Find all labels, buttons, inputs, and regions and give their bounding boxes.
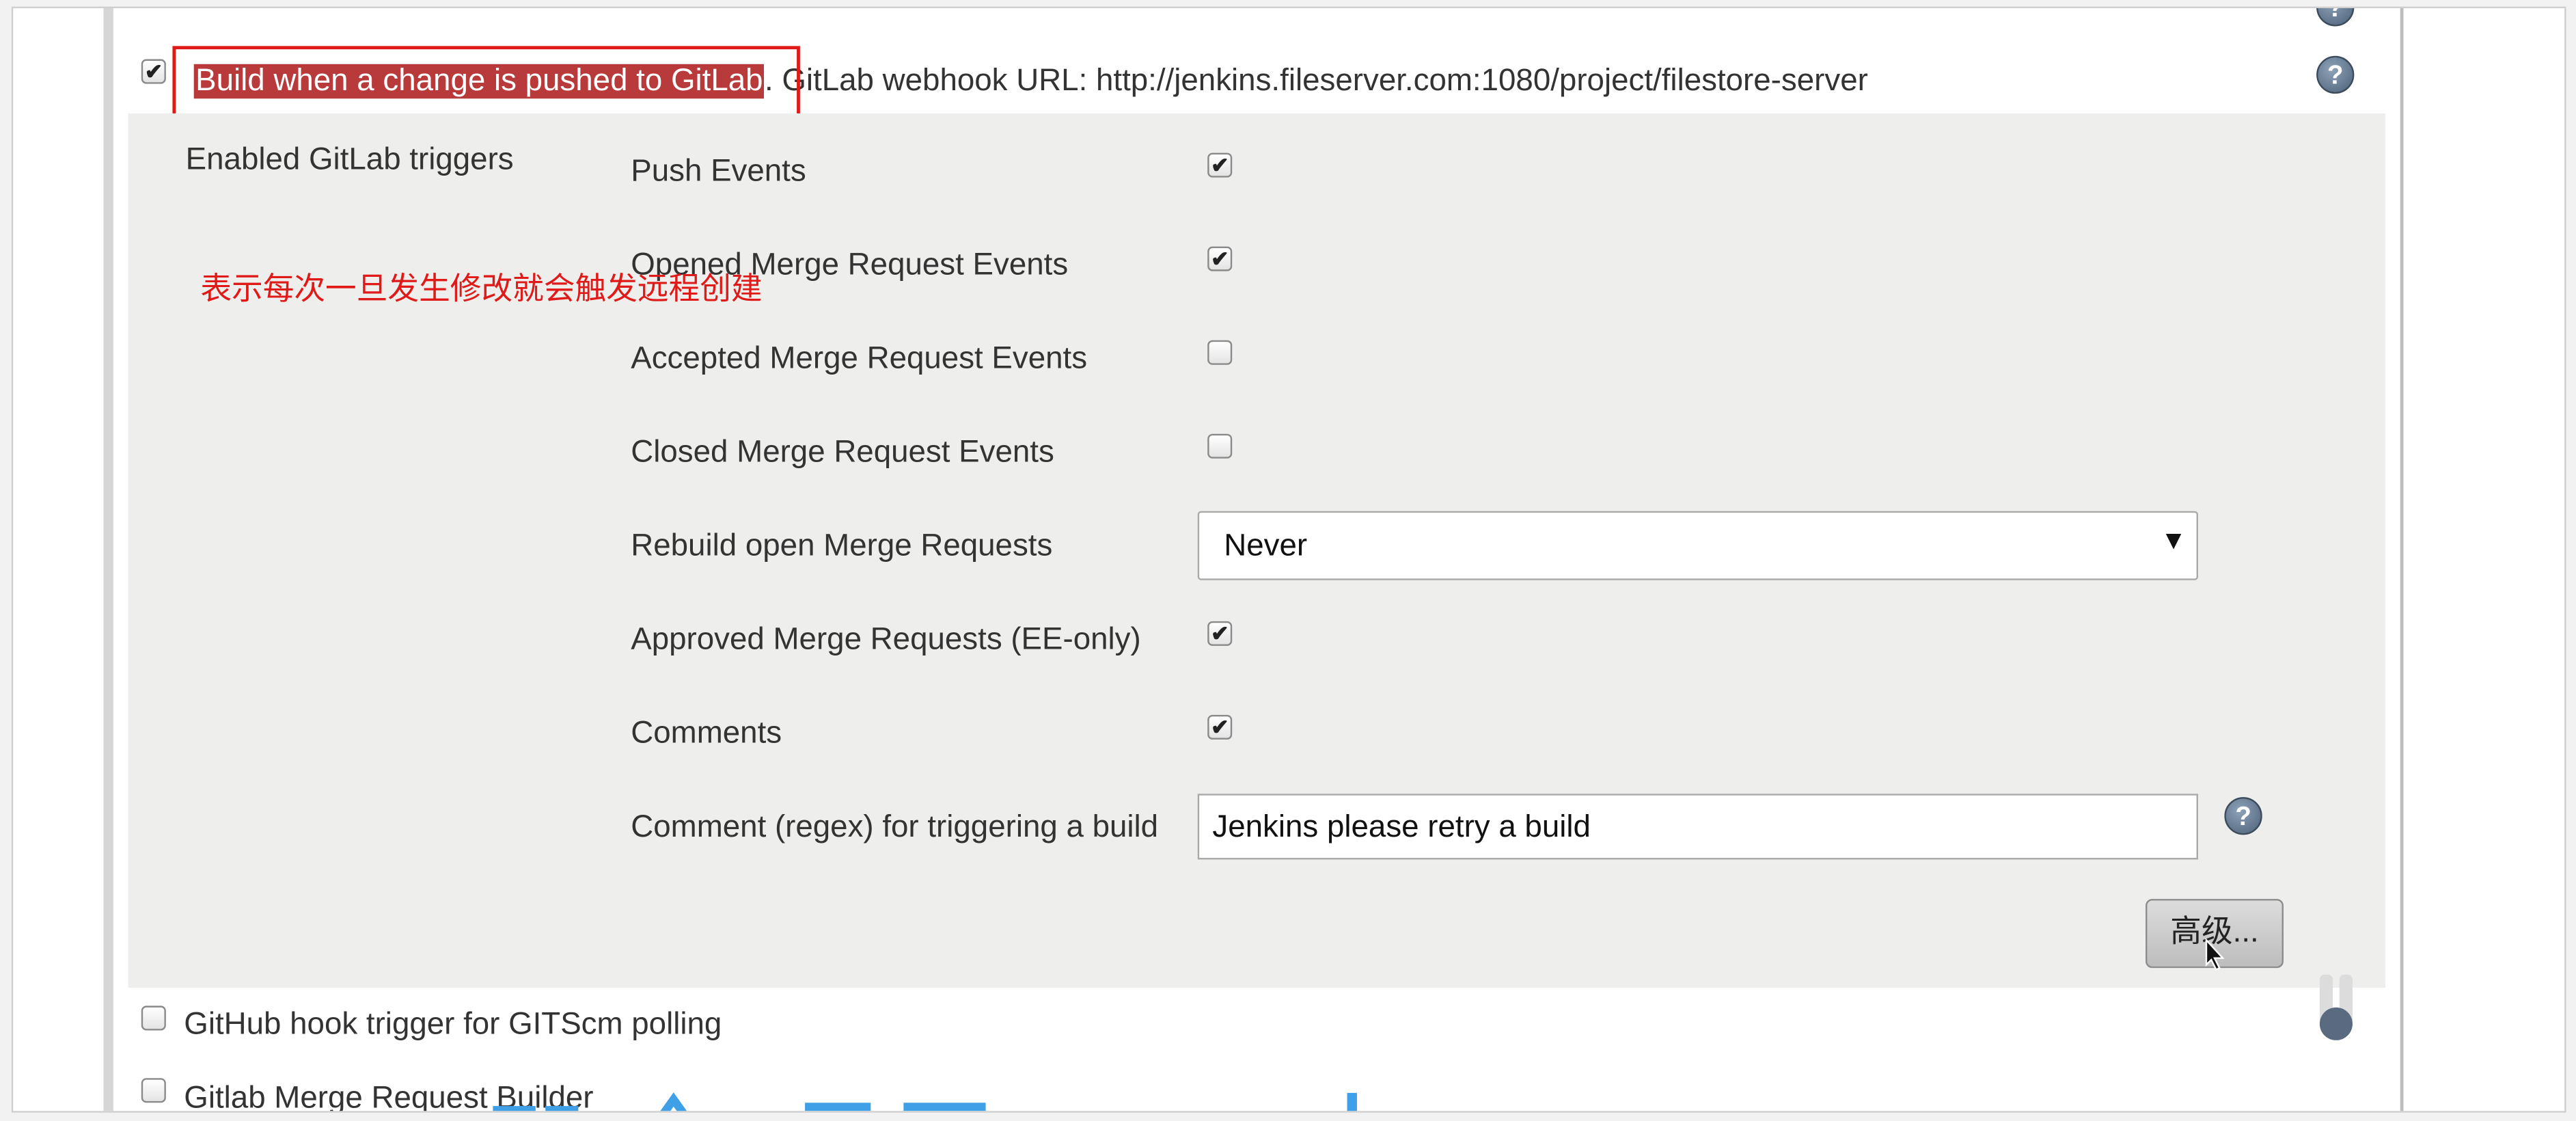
comment-regex-value: Jenkins please retry a build [1212, 810, 1591, 845]
trigger-closed-mr-label: Closed Merge Request Events [631, 435, 1054, 470]
trigger-push-events-checkbox[interactable]: ✔ [1207, 152, 1233, 178]
gitlab-mr-builder-checkbox[interactable] [141, 1078, 166, 1103]
trigger-opened-mr-checkbox[interactable]: ✔ [1207, 246, 1233, 271]
jenkins-config-frame: ? ✔ Build when a change is pushed to Git… [11, 6, 2566, 1113]
github-hook-checkbox[interactable] [141, 1005, 166, 1031]
right-section-bar [2400, 8, 2404, 1111]
rebuild-mr-value: Never [1224, 529, 1308, 564]
github-hook-label: GitHub hook trigger for GITScm polling [184, 1007, 722, 1042]
cursor-icon [2205, 938, 2225, 971]
scroll-indicator-icon [2319, 974, 2353, 1040]
left-section-bar [103, 8, 113, 1111]
help-icon[interactable]: ? [2224, 797, 2262, 835]
approved-mr-label: Approved Merge Requests (EE-only) [631, 623, 1141, 658]
trigger-accepted-mr-checkbox[interactable] [1207, 340, 1233, 365]
trigger-closed-mr-checkbox[interactable] [1207, 433, 1233, 459]
rebuild-mr-label: Rebuild open Merge Requests [631, 529, 1053, 564]
comment-regex-input[interactable]: Jenkins please retry a build [1197, 794, 2198, 860]
gitlab-trigger-checkbox[interactable]: ✔ [141, 59, 166, 84]
stage: ? ✔ Build when a change is pushed to Git… [0, 0, 2576, 1121]
rebuild-mr-select[interactable]: Never ▼ [1197, 511, 2198, 580]
approved-mr-checkbox[interactable]: ✔ [1207, 621, 1233, 646]
comment-regex-label: Comment (regex) for triggering a build [631, 810, 1159, 845]
enabled-triggers-label: Enabled GitLab triggers [185, 143, 514, 178]
help-icon[interactable]: ? [2316, 55, 2355, 94]
trigger-accepted-mr-label: Accepted Merge Request Events [631, 342, 1088, 377]
webhook-url-text: . GitLab webhook URL: http://jenkins.fil… [764, 64, 1868, 99]
comments-checkbox[interactable]: ✔ [1207, 714, 1233, 740]
dropdown-arrow-icon: ▼ [2161, 527, 2187, 556]
trigger-push-events-label: Push Events [631, 154, 806, 189]
annotation-text: 表示每次一旦发生修改就会触发远程创建 [200, 273, 763, 308]
comments-label: Comments [631, 716, 782, 751]
subtitle-overlay-graphic [493, 1092, 1357, 1111]
